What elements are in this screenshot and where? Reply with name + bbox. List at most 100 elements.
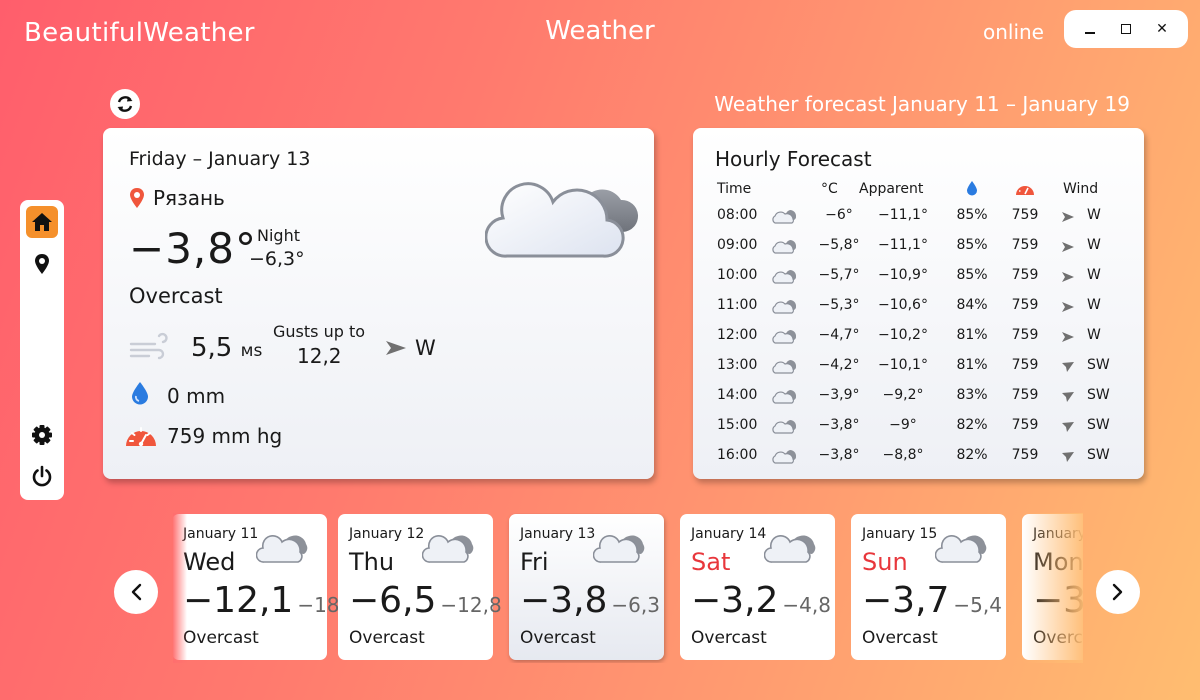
pressure-gauge-icon <box>1005 180 1045 203</box>
day-card[interactable]: January 13 Fri −3,8 −6,3 Overcast <box>509 514 664 660</box>
current-date: Friday – January 13 <box>129 148 311 170</box>
header-temp: °C <box>821 181 838 197</box>
current-weather-card: Friday – January 13 Рязань −3,8° Night −… <box>103 128 654 479</box>
day-temperature: −12,1 −18 <box>183 580 340 621</box>
hourly-time: 15:00 <box>717 417 758 433</box>
maximize-button[interactable] <box>1114 17 1138 41</box>
hourly-apparent: −10,9° <box>878 267 928 283</box>
overcast-cloud-icon <box>934 532 987 568</box>
hourly-pressure: 759 <box>1011 357 1039 373</box>
hourly-wind: W <box>1087 267 1101 283</box>
wind-direction-arrow-icon <box>1061 328 1075 350</box>
day-condition: Overcast <box>349 628 425 648</box>
sidebar-item-power[interactable] <box>26 460 58 492</box>
day-temp-value: −3,2 <box>691 580 779 621</box>
chevron-right-icon <box>1112 583 1123 601</box>
day-condition: Overcast <box>520 628 596 648</box>
gusts-value: 12,2 <box>297 344 342 368</box>
hourly-humidity: 83% <box>956 387 988 403</box>
overcast-cloud-icon <box>771 238 797 261</box>
overcast-cloud-icon <box>771 388 797 411</box>
header-time: Time <box>717 181 752 197</box>
day-condition: Overcast <box>691 628 767 648</box>
night-temp-value: −12,8 <box>440 593 502 617</box>
hourly-humidity: 85% <box>956 207 988 223</box>
wind-direction-arrow-icon <box>1061 418 1075 440</box>
hourly-time: 10:00 <box>717 267 758 283</box>
hourly-temp: −5,8° <box>818 237 860 253</box>
wind-direction-arrow-icon <box>1061 238 1075 260</box>
day-card[interactable]: January 11 Wed −12,1 −18 Overcast <box>173 514 340 660</box>
day-temperature: −3,7 −5,4 <box>862 580 1002 621</box>
hourly-temp: −4,2° <box>818 357 860 373</box>
hourly-apparent: −11,1° <box>878 207 928 223</box>
hourly-wind: W <box>1087 327 1101 343</box>
sidebar-item-location[interactable] <box>26 248 58 280</box>
hourly-forecast-card: Hourly Forecast Time °C Apparent Wind 08… <box>693 128 1144 479</box>
wind-direction-arrow-icon <box>1061 208 1075 230</box>
night-temp-value: −5,4 <box>953 593 1002 617</box>
overcast-cloud-icon <box>771 328 797 351</box>
night-temp-value: −6,3 <box>611 593 660 617</box>
sidebar-item-home[interactable] <box>26 206 58 238</box>
refresh-button[interactable] <box>110 89 140 119</box>
hourly-wind: SW <box>1087 447 1110 463</box>
hourly-apparent: −11,1° <box>878 237 928 253</box>
hourly-pressure: 759 <box>1011 207 1039 223</box>
day-card[interactable]: January 14 Sat −3,2 −4,8 Overcast <box>680 514 835 660</box>
raindrop-icon <box>132 382 148 405</box>
hourly-row: 16:00 −3,8° −8,8° 82% 759 SW <box>693 444 1144 474</box>
hourly-pressure: 759 <box>1011 447 1039 463</box>
overcast-cloud-icon <box>763 532 816 568</box>
day-date: January 15 <box>862 526 938 542</box>
current-condition: Overcast <box>129 284 223 308</box>
minimize-button[interactable] <box>1078 17 1102 41</box>
close-button[interactable]: ✕ <box>1150 17 1174 41</box>
carousel-next-button[interactable] <box>1096 570 1140 614</box>
wind-direction-arrow-icon <box>386 341 406 355</box>
hourly-time: 11:00 <box>717 297 758 313</box>
refresh-icon <box>117 96 133 112</box>
overcast-cloud-icon <box>255 532 308 568</box>
day-card[interactable]: January 15 Sun −3,7 −5,4 Overcast <box>851 514 1006 660</box>
hourly-humidity: 82% <box>956 447 988 463</box>
location-name: Рязань <box>153 186 225 210</box>
overcast-cloud-icon <box>771 268 797 291</box>
day-name: Wed <box>183 548 236 576</box>
day-temperature: −6,5 −12,8 <box>349 580 502 621</box>
hourly-pressure: 759 <box>1011 387 1039 403</box>
hourly-row: 11:00 −5,3° −10,6° 84% 759 W <box>693 294 1144 324</box>
hourly-temp: −3,9° <box>818 387 860 403</box>
hourly-humidity: 81% <box>956 357 988 373</box>
day-date: January 16 <box>1033 526 1083 542</box>
overcast-cloud-icon <box>771 298 797 321</box>
hourly-temp: −5,3° <box>818 297 860 313</box>
sidebar-item-settings[interactable] <box>26 419 58 451</box>
overcast-cloud-icon <box>485 182 639 258</box>
day-card[interactable]: January 16 Mon −3, Overcast <box>1022 514 1083 660</box>
hourly-temp: −5,7° <box>818 267 860 283</box>
carousel-prev-button[interactable] <box>114 570 158 614</box>
overcast-cloud-icon <box>771 358 797 381</box>
day-temperature: −3, <box>1033 580 1083 621</box>
day-name: Fri <box>520 548 549 576</box>
hourly-temp: −3,8° <box>818 417 860 433</box>
maximize-icon <box>1121 24 1131 34</box>
day-date: January 12 <box>349 526 425 542</box>
overcast-cloud-icon <box>592 532 645 568</box>
daily-forecast-strip: January 11 Wed −12,1 −18 Overcast January … <box>173 513 1083 663</box>
hourly-row: 08:00 −6° −11,1° 85% 759 W <box>693 204 1144 234</box>
hourly-wind: W <box>1087 297 1101 313</box>
location: Рязань <box>129 186 225 210</box>
humidity-drop-icon <box>951 180 993 203</box>
hourly-row: 14:00 −3,9° −9,2° 83% 759 SW <box>693 384 1144 414</box>
day-name: Sun <box>862 548 908 576</box>
pressure-gauge-icon <box>126 427 156 447</box>
home-icon <box>32 213 52 231</box>
hourly-row: 09:00 −5,8° −11,1° 85% 759 W <box>693 234 1144 264</box>
day-temp-value: −3,7 <box>862 580 950 621</box>
day-name: Sat <box>691 548 731 576</box>
day-card[interactable]: January 12 Thu −6,5 −12,8 Overcast <box>338 514 502 660</box>
hourly-pressure: 759 <box>1011 237 1039 253</box>
hourly-apparent: −10,2° <box>878 327 928 343</box>
